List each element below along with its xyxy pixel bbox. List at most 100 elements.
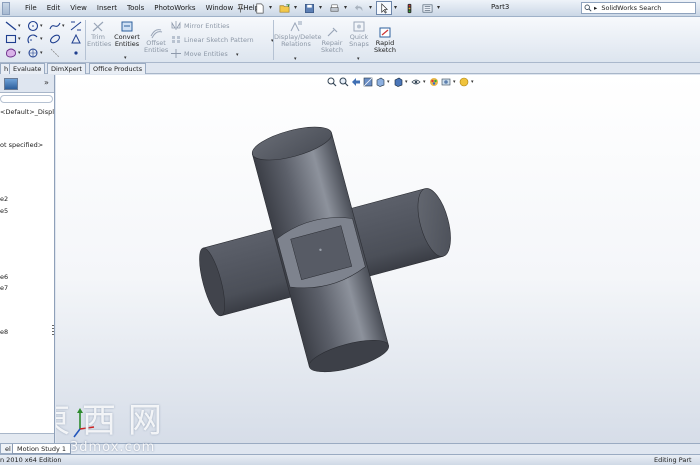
relations-dropdown-icon[interactable]: ▾ xyxy=(294,56,297,62)
feature-tree-item[interactable]: e5 xyxy=(0,207,8,215)
hide-show-items-icon[interactable] xyxy=(411,77,421,87)
print-dropdown-icon[interactable]: ▾ xyxy=(344,1,349,15)
feature-tree-item[interactable]: <Default>_Displ xyxy=(0,108,54,116)
circle-icon[interactable] xyxy=(27,20,39,32)
rapid-sketch-button[interactable]: Rapid Sketch xyxy=(373,26,397,54)
spline-dropdown-icon[interactable]: ▾ xyxy=(62,23,65,29)
watermark-url: 3dmox.com xyxy=(70,440,156,455)
save-button[interactable] xyxy=(301,1,317,15)
view-orientation-dropdown-icon[interactable]: ▾ xyxy=(387,79,391,85)
apply-scene-icon[interactable] xyxy=(441,77,451,87)
pin-icon[interactable] xyxy=(236,3,245,13)
menu-window[interactable]: Window xyxy=(201,3,239,14)
sketch-fillet-icon[interactable] xyxy=(27,47,39,59)
smart-dimension-icon[interactable] xyxy=(70,20,82,32)
rectangle-dropdown-icon[interactable]: ▾ xyxy=(18,36,21,42)
feature-tree-item[interactable]: e2 xyxy=(0,195,8,203)
expand-chevron-icon[interactable]: » xyxy=(44,78,49,87)
part-model[interactable] xyxy=(56,75,700,443)
quick-snaps-button[interactable]: Quick Snaps xyxy=(347,20,371,48)
menu-view[interactable]: View xyxy=(65,3,92,14)
save-dropdown-icon[interactable]: ▾ xyxy=(319,1,324,15)
convert-dropdown-icon[interactable]: ▾ xyxy=(124,55,127,61)
rectangle-icon[interactable] xyxy=(5,33,17,45)
new-dropdown-icon[interactable]: ▾ xyxy=(269,1,274,15)
undo-button[interactable] xyxy=(351,1,367,15)
repair-sketch-button[interactable]: Repair Sketch xyxy=(320,26,344,54)
polygon-dropdown-icon[interactable]: ▾ xyxy=(18,50,21,56)
section-view-icon[interactable] xyxy=(363,77,373,87)
feature-tree-item[interactable]: e6 xyxy=(0,273,8,281)
open-folder-button[interactable] xyxy=(276,1,292,15)
line-dropdown-icon[interactable]: ▾ xyxy=(18,23,21,29)
move-dropdown-icon[interactable]: ▾ xyxy=(236,52,239,58)
select-pointer-button[interactable] xyxy=(376,1,392,15)
arc-dropdown-icon[interactable]: ▾ xyxy=(40,36,43,42)
menu-file[interactable]: File xyxy=(20,3,42,14)
horizontal-scrollbar[interactable] xyxy=(0,433,54,443)
convert-entities-button[interactable]: Convert Entities xyxy=(113,20,141,48)
fillet-dropdown-icon[interactable]: ▾ xyxy=(40,50,43,56)
select-dropdown-icon[interactable]: ▾ xyxy=(394,1,399,15)
rebuild-icon[interactable] xyxy=(401,1,417,15)
edit-appearance-icon[interactable] xyxy=(429,77,439,87)
menu-photoworks[interactable]: PhotoWorks xyxy=(149,3,200,14)
print-button[interactable] xyxy=(326,1,342,15)
zoom-to-fit-icon[interactable] xyxy=(327,77,337,87)
quick-access-toolbar: ▾ ▾ ▾ ▾ ▾ ▾ ▾ xyxy=(251,1,442,15)
apply-scene-dropdown-icon[interactable]: ▾ xyxy=(453,79,457,85)
linear-sketch-pattern-button[interactable]: Linear Sketch Pattern xyxy=(171,35,254,44)
tree-filter-input[interactable] xyxy=(0,95,53,103)
document-title: Part3 xyxy=(491,3,510,11)
convert-entities-icon xyxy=(120,20,134,33)
menu-bar: File Edit View Insert Tools PhotoWorks W… xyxy=(0,0,700,17)
new-document-button[interactable] xyxy=(251,1,267,15)
tab-dimxpert[interactable]: DimXpert xyxy=(47,63,86,74)
feature-tree-item[interactable]: ot specified> xyxy=(0,141,43,149)
app-logo[interactable] xyxy=(2,2,10,15)
point-grid-icon[interactable] xyxy=(70,33,82,45)
sketch-point-icon[interactable] xyxy=(70,47,82,59)
hide-show-dropdown-icon[interactable]: ▾ xyxy=(423,79,427,85)
mirror-entities-button[interactable]: Mirror Entities xyxy=(171,21,230,30)
panel-splitter-handle[interactable] xyxy=(52,325,54,337)
view-settings-icon[interactable] xyxy=(459,77,469,87)
centerline-icon[interactable] xyxy=(49,47,61,59)
move-entities-button[interactable]: Move Entities xyxy=(171,49,228,58)
view-settings-dropdown-icon[interactable]: ▾ xyxy=(471,79,475,85)
undo-dropdown-icon[interactable]: ▾ xyxy=(369,1,374,15)
tab-office-products[interactable]: Office Products xyxy=(89,63,147,74)
search-input[interactable]: ▸ SolidWorks Search xyxy=(581,2,696,14)
circle-dropdown-icon[interactable]: ▾ xyxy=(40,23,43,29)
spline-icon[interactable] xyxy=(49,20,61,32)
tab-motion-study[interactable]: Motion Study 1 xyxy=(12,444,72,454)
ellipse-icon[interactable] xyxy=(49,33,61,45)
display-style-icon[interactable] xyxy=(393,77,403,87)
menu-tools[interactable]: Tools xyxy=(122,3,149,14)
display-delete-relations-button[interactable]: Display/Delete Relations xyxy=(274,20,322,48)
previous-view-icon[interactable] xyxy=(351,77,361,87)
status-bar: n 2010 x64 Edition Editing Part xyxy=(0,454,700,465)
menu-insert[interactable]: Insert xyxy=(92,3,122,14)
polygon-icon[interactable] xyxy=(5,47,17,59)
trim-entities-button[interactable]: Trim Entities xyxy=(87,20,111,48)
tab-evaluate[interactable]: Evaluate xyxy=(9,63,46,74)
zoom-to-area-icon[interactable] xyxy=(339,77,349,87)
move-icon xyxy=(171,49,181,58)
graphics-area[interactable]: ▾ ▾ ▾ ▾ ▾ 東西网 xyxy=(56,75,700,443)
feature-tree-item[interactable]: e7 xyxy=(0,284,8,292)
menu-edit[interactable]: Edit xyxy=(42,3,66,14)
feature-tree-item[interactable]: e8 xyxy=(0,328,8,336)
options-icon[interactable] xyxy=(419,1,435,15)
snaps-dropdown-icon[interactable]: ▾ xyxy=(357,56,360,62)
line-icon[interactable] xyxy=(5,20,17,32)
open-dropdown-icon[interactable]: ▾ xyxy=(294,1,299,15)
view-orientation-icon[interactable] xyxy=(375,77,385,87)
options-dropdown-icon[interactable]: ▾ xyxy=(437,1,442,15)
offset-entities-button[interactable]: Offset Entities xyxy=(144,26,168,54)
arc-icon[interactable] xyxy=(27,33,39,45)
display-style-dropdown-icon[interactable]: ▾ xyxy=(405,79,409,85)
status-edition-text: n 2010 x64 Edition xyxy=(0,456,62,464)
linear-pattern-icon xyxy=(172,36,180,43)
display-manager-icon[interactable] xyxy=(4,78,18,90)
